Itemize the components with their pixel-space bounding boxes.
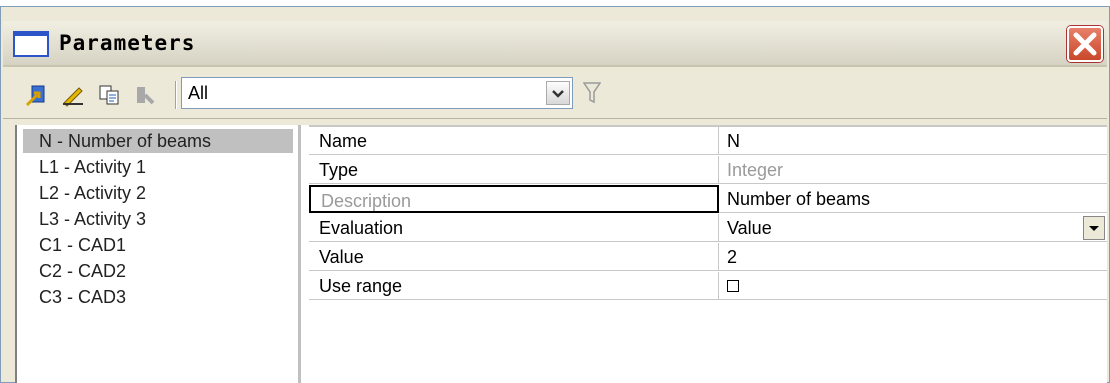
edit-icon[interactable] (61, 83, 85, 107)
property-row-evaluation: Evaluation Value (309, 214, 1107, 242)
type-value: Integer (727, 160, 784, 180)
filter-dropdown[interactable]: All (181, 77, 573, 109)
property-grid: Name N Type Integer Description Number o… (309, 125, 1109, 383)
list-item[interactable]: L2 - Activity 2 (23, 181, 293, 205)
new-parameter-icon[interactable] (25, 83, 49, 107)
list-item[interactable]: L1 - Activity 1 (23, 155, 293, 179)
evaluation-value: Value (727, 218, 772, 238)
list-item[interactable]: L3 - Activity 3 (23, 207, 293, 231)
property-label: Name (309, 127, 719, 155)
content-area: N - Number of beams L1 - Activity 1 L2 -… (15, 125, 1107, 383)
property-label: Evaluation (309, 214, 719, 242)
list-item[interactable]: C2 - CAD2 (23, 259, 293, 283)
value-field[interactable]: 2 (721, 243, 1107, 271)
list-item[interactable]: C1 - CAD1 (23, 233, 293, 257)
evaluation-dropdown-button[interactable] (1083, 216, 1105, 240)
triangle-down-icon (1089, 226, 1099, 231)
name-value[interactable]: N (721, 127, 1107, 155)
property-row-use-range: Use range (309, 272, 1107, 300)
copy-icon[interactable] (97, 83, 121, 107)
parameters-window: Parameters All N - Number of beams L1 - … (0, 6, 1110, 383)
use-range-checkbox[interactable] (727, 280, 739, 292)
window-icon (13, 31, 49, 57)
toolbar: All (3, 69, 1107, 119)
disabled-icon[interactable] (133, 83, 157, 107)
close-icon (1073, 32, 1097, 56)
parameter-list: N - Number of beams L1 - Activity 1 L2 -… (17, 125, 301, 383)
property-row-type: Type Integer (309, 156, 1107, 184)
evaluation-select[interactable]: Value (721, 214, 1107, 242)
property-row-name: Name N (309, 127, 1107, 155)
property-label[interactable]: Description (309, 185, 719, 213)
chevron-down-icon (552, 90, 564, 98)
property-row-description: Description Number of beams (309, 185, 1107, 213)
title-bar: Parameters (3, 21, 1107, 67)
property-label: Use range (309, 272, 719, 300)
description-value[interactable]: Number of beams (721, 185, 1107, 213)
filter-funnel-icon[interactable] (583, 81, 601, 105)
filter-dropdown-button[interactable] (546, 81, 570, 105)
toolbar-separator (175, 81, 177, 109)
list-item[interactable]: C3 - CAD3 (23, 285, 293, 309)
property-label: Type (309, 156, 719, 184)
property-row-value: Value 2 (309, 243, 1107, 271)
close-button[interactable] (1067, 26, 1103, 62)
filter-value: All (188, 83, 209, 103)
window-title: Parameters (59, 31, 196, 55)
list-item[interactable]: N - Number of beams (23, 129, 293, 153)
use-range-cell (721, 272, 1107, 300)
property-label: Value (309, 243, 719, 271)
